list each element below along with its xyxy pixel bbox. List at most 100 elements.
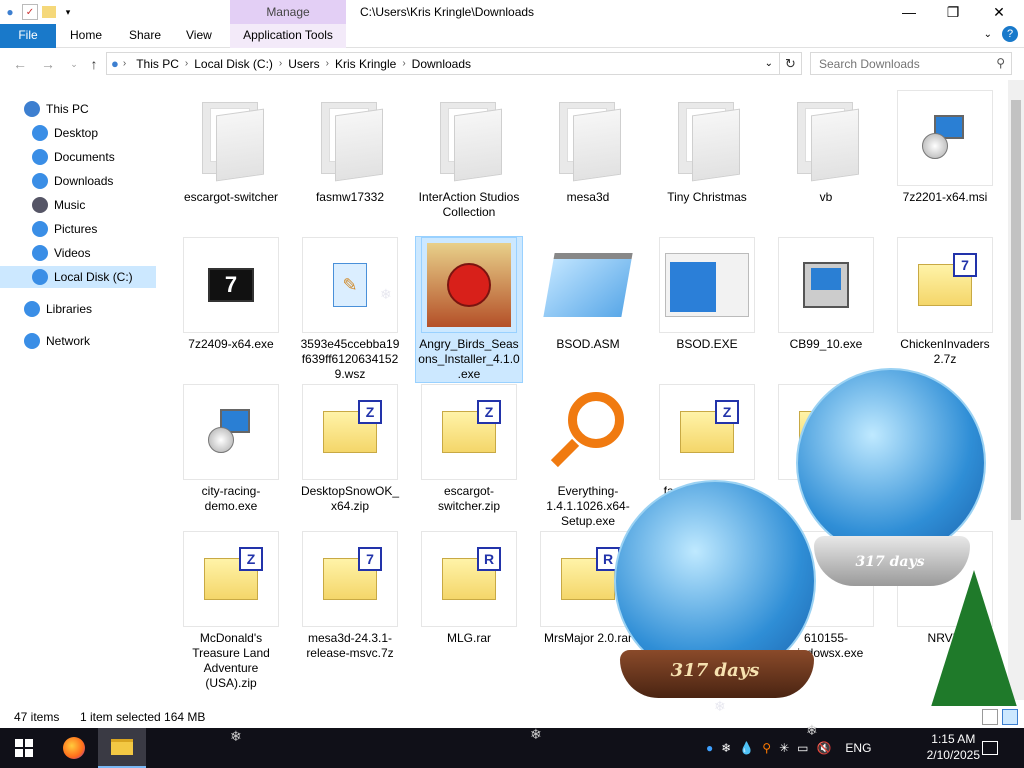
file-item[interactable]: InterAction Studios Collection: [416, 90, 522, 220]
file-item[interactable]: mesa3d: [535, 90, 641, 205]
search-box[interactable]: ⚲: [810, 52, 1012, 75]
selection-info: 1 item selected 164 MB: [80, 710, 206, 724]
file-item[interactable]: CB99_10.exe: [773, 237, 879, 352]
file-name: McDonald's Treasure Land Adventure (USA)…: [192, 631, 270, 690]
breadcrumb-this-pc[interactable]: This PC: [130, 57, 185, 71]
file-thumbnail: Z: [302, 384, 398, 480]
file-item[interactable]: escargot-switcher: [178, 90, 284, 205]
breadcrumb-kris-kringle[interactable]: Kris Kringle: [329, 57, 402, 71]
tray-drop-icon[interactable]: 💧: [739, 741, 754, 755]
nav-documents[interactable]: Documents: [32, 146, 115, 168]
desktop-icon: [32, 125, 48, 141]
file-name: mesa3d: [566, 190, 610, 204]
nav-music[interactable]: Music: [32, 194, 85, 216]
file-item[interactable]: Z DesktopSnowOK_x64.zip: [297, 384, 403, 514]
breadcrumb-downloads[interactable]: Downloads: [406, 57, 477, 71]
tray-search-icon[interactable]: ⚲: [762, 741, 771, 755]
file-item[interactable]: Everything-1.4.1.1026.x64-Setup.exe: [535, 384, 641, 529]
file-thumbnail: Z: [421, 384, 517, 480]
nav-pictures[interactable]: Pictures: [32, 218, 97, 240]
details-view-icon[interactable]: [982, 709, 998, 725]
network-icon[interactable]: ▭: [797, 741, 808, 755]
file-item[interactable]: 7 7z2409-x64.exe: [178, 237, 284, 352]
file-item[interactable]: 7 ChickenInvaders 2.7z: [892, 237, 998, 367]
file-item[interactable]: 7 mesa3d-24.3.1-release-msvc.7z: [297, 531, 403, 661]
file-thumbnail: [183, 90, 279, 186]
expand-ribbon-icon[interactable]: ⌄: [984, 29, 992, 40]
scrollbar-thumb[interactable]: [1011, 100, 1021, 520]
breadcrumb-users[interactable]: Users: [282, 57, 325, 71]
file-explorer-taskbar-button[interactable]: [98, 728, 146, 768]
tray-snowflake-icon[interactable]: ✳: [779, 741, 789, 755]
file-name: 7z2409-x64.exe: [188, 337, 274, 351]
nav-downloads[interactable]: Downloads: [32, 170, 113, 192]
status-bar: 47 items 1 item selected 164 MB: [0, 706, 1024, 728]
file-item[interactable]: ✎ 3593e45ccebba19f639ff61206341529.wsz: [297, 237, 403, 382]
tab-home[interactable]: Home: [58, 24, 114, 48]
file-item[interactable]: Angry_Birds_Seasons_Installer_4.1.0.exe: [415, 236, 523, 383]
back-arrow-icon[interactable]: ←: [10, 54, 30, 74]
file-name: CB99_10.exe: [789, 337, 863, 351]
nav-local-disk[interactable]: Local Disk (C:): [0, 266, 156, 288]
breadcrumb-local-disk[interactable]: Local Disk (C:): [188, 57, 279, 71]
file-name: MrsMajor 2.0.rar: [543, 631, 632, 645]
minimize-button[interactable]: —: [886, 0, 932, 24]
close-button[interactable]: ✕: [976, 0, 1022, 24]
file-name: Tiny Christmas: [667, 190, 747, 204]
manage-contextual-tab[interactable]: Manage: [230, 0, 346, 24]
recent-locations-icon[interactable]: ⌄: [64, 54, 84, 74]
properties-icon[interactable]: ✓: [22, 4, 38, 20]
snow-globe-large[interactable]: [796, 368, 986, 558]
new-folder-icon[interactable]: [42, 6, 56, 18]
file-item[interactable]: Zescargot-switcher.zip: [416, 384, 522, 514]
nav-this-pc[interactable]: This PC: [24, 98, 89, 120]
snowflake-icon: ❄: [530, 726, 542, 742]
address-dropdown-icon[interactable]: ⌄: [765, 58, 773, 69]
start-button[interactable]: [0, 728, 48, 768]
file-item[interactable]: city-racing-demo.exe: [178, 384, 284, 514]
file-thumbnail: [421, 90, 517, 186]
file-item[interactable]: BSOD.EXE: [654, 237, 760, 352]
file-item[interactable]: vb: [773, 90, 879, 205]
archive-icon: R: [442, 547, 501, 600]
forward-arrow-icon[interactable]: →: [38, 54, 58, 74]
tray-app-icon[interactable]: ●: [706, 741, 713, 755]
archive-icon: 7: [323, 547, 382, 600]
tab-share[interactable]: Share: [117, 24, 173, 48]
maximize-button[interactable]: ❐: [930, 0, 976, 24]
tab-application-tools[interactable]: Application Tools: [230, 24, 346, 48]
nav-libraries[interactable]: Libraries: [24, 298, 92, 320]
file-item[interactable]: fasmw17332: [297, 90, 403, 205]
days-counter-small: 317 days: [670, 660, 760, 681]
notifications-icon[interactable]: [968, 728, 1012, 768]
nav-videos[interactable]: Videos: [32, 242, 90, 264]
search-input[interactable]: [811, 53, 981, 74]
archive-icon: R: [561, 547, 620, 600]
volume-icon[interactable]: 🔇: [816, 741, 831, 755]
customize-qat-icon[interactable]: ▾: [60, 4, 76, 20]
tray-snow-icon[interactable]: ❄: [721, 741, 731, 755]
tab-view[interactable]: View: [174, 24, 224, 48]
file-item[interactable]: R MLG.rar: [416, 531, 522, 646]
tab-file[interactable]: File: [0, 24, 56, 48]
file-item[interactable]: Z McDonald's Treasure Land Adventure (USA…: [178, 531, 284, 691]
file-name: Angry_Birds_Seasons_Installer_4.1.0.exe: [418, 337, 520, 381]
large-icons-view-icon[interactable]: [1002, 709, 1018, 725]
7zip-icon: 7: [208, 268, 254, 302]
input-language[interactable]: ENG: [845, 741, 871, 755]
application-window-icon: [665, 253, 749, 317]
file-item[interactable]: Tiny Christmas: [654, 90, 760, 205]
snowflake-icon: ❄: [806, 722, 818, 738]
address-row: ← → ⌄ ↑ ● › This PC › Local Disk (C:) › …: [0, 48, 1024, 80]
help-icon[interactable]: ?: [1002, 26, 1018, 42]
file-item[interactable]: 7z2201-x64.msi: [892, 90, 998, 205]
up-arrow-icon[interactable]: ↑: [84, 54, 104, 74]
file-name: 7z2201-x64.msi: [902, 190, 988, 204]
address-bar[interactable]: ● › This PC › Local Disk (C:) › Users › …: [106, 52, 780, 75]
file-item[interactable]: BSOD.ASM: [535, 237, 641, 352]
snowflake-icon: ❄: [230, 728, 242, 744]
nav-network[interactable]: Network: [24, 330, 90, 352]
nav-desktop[interactable]: Desktop: [32, 122, 98, 144]
refresh-icon[interactable]: ↻: [780, 52, 802, 75]
firefox-taskbar-button[interactable]: [50, 728, 98, 768]
